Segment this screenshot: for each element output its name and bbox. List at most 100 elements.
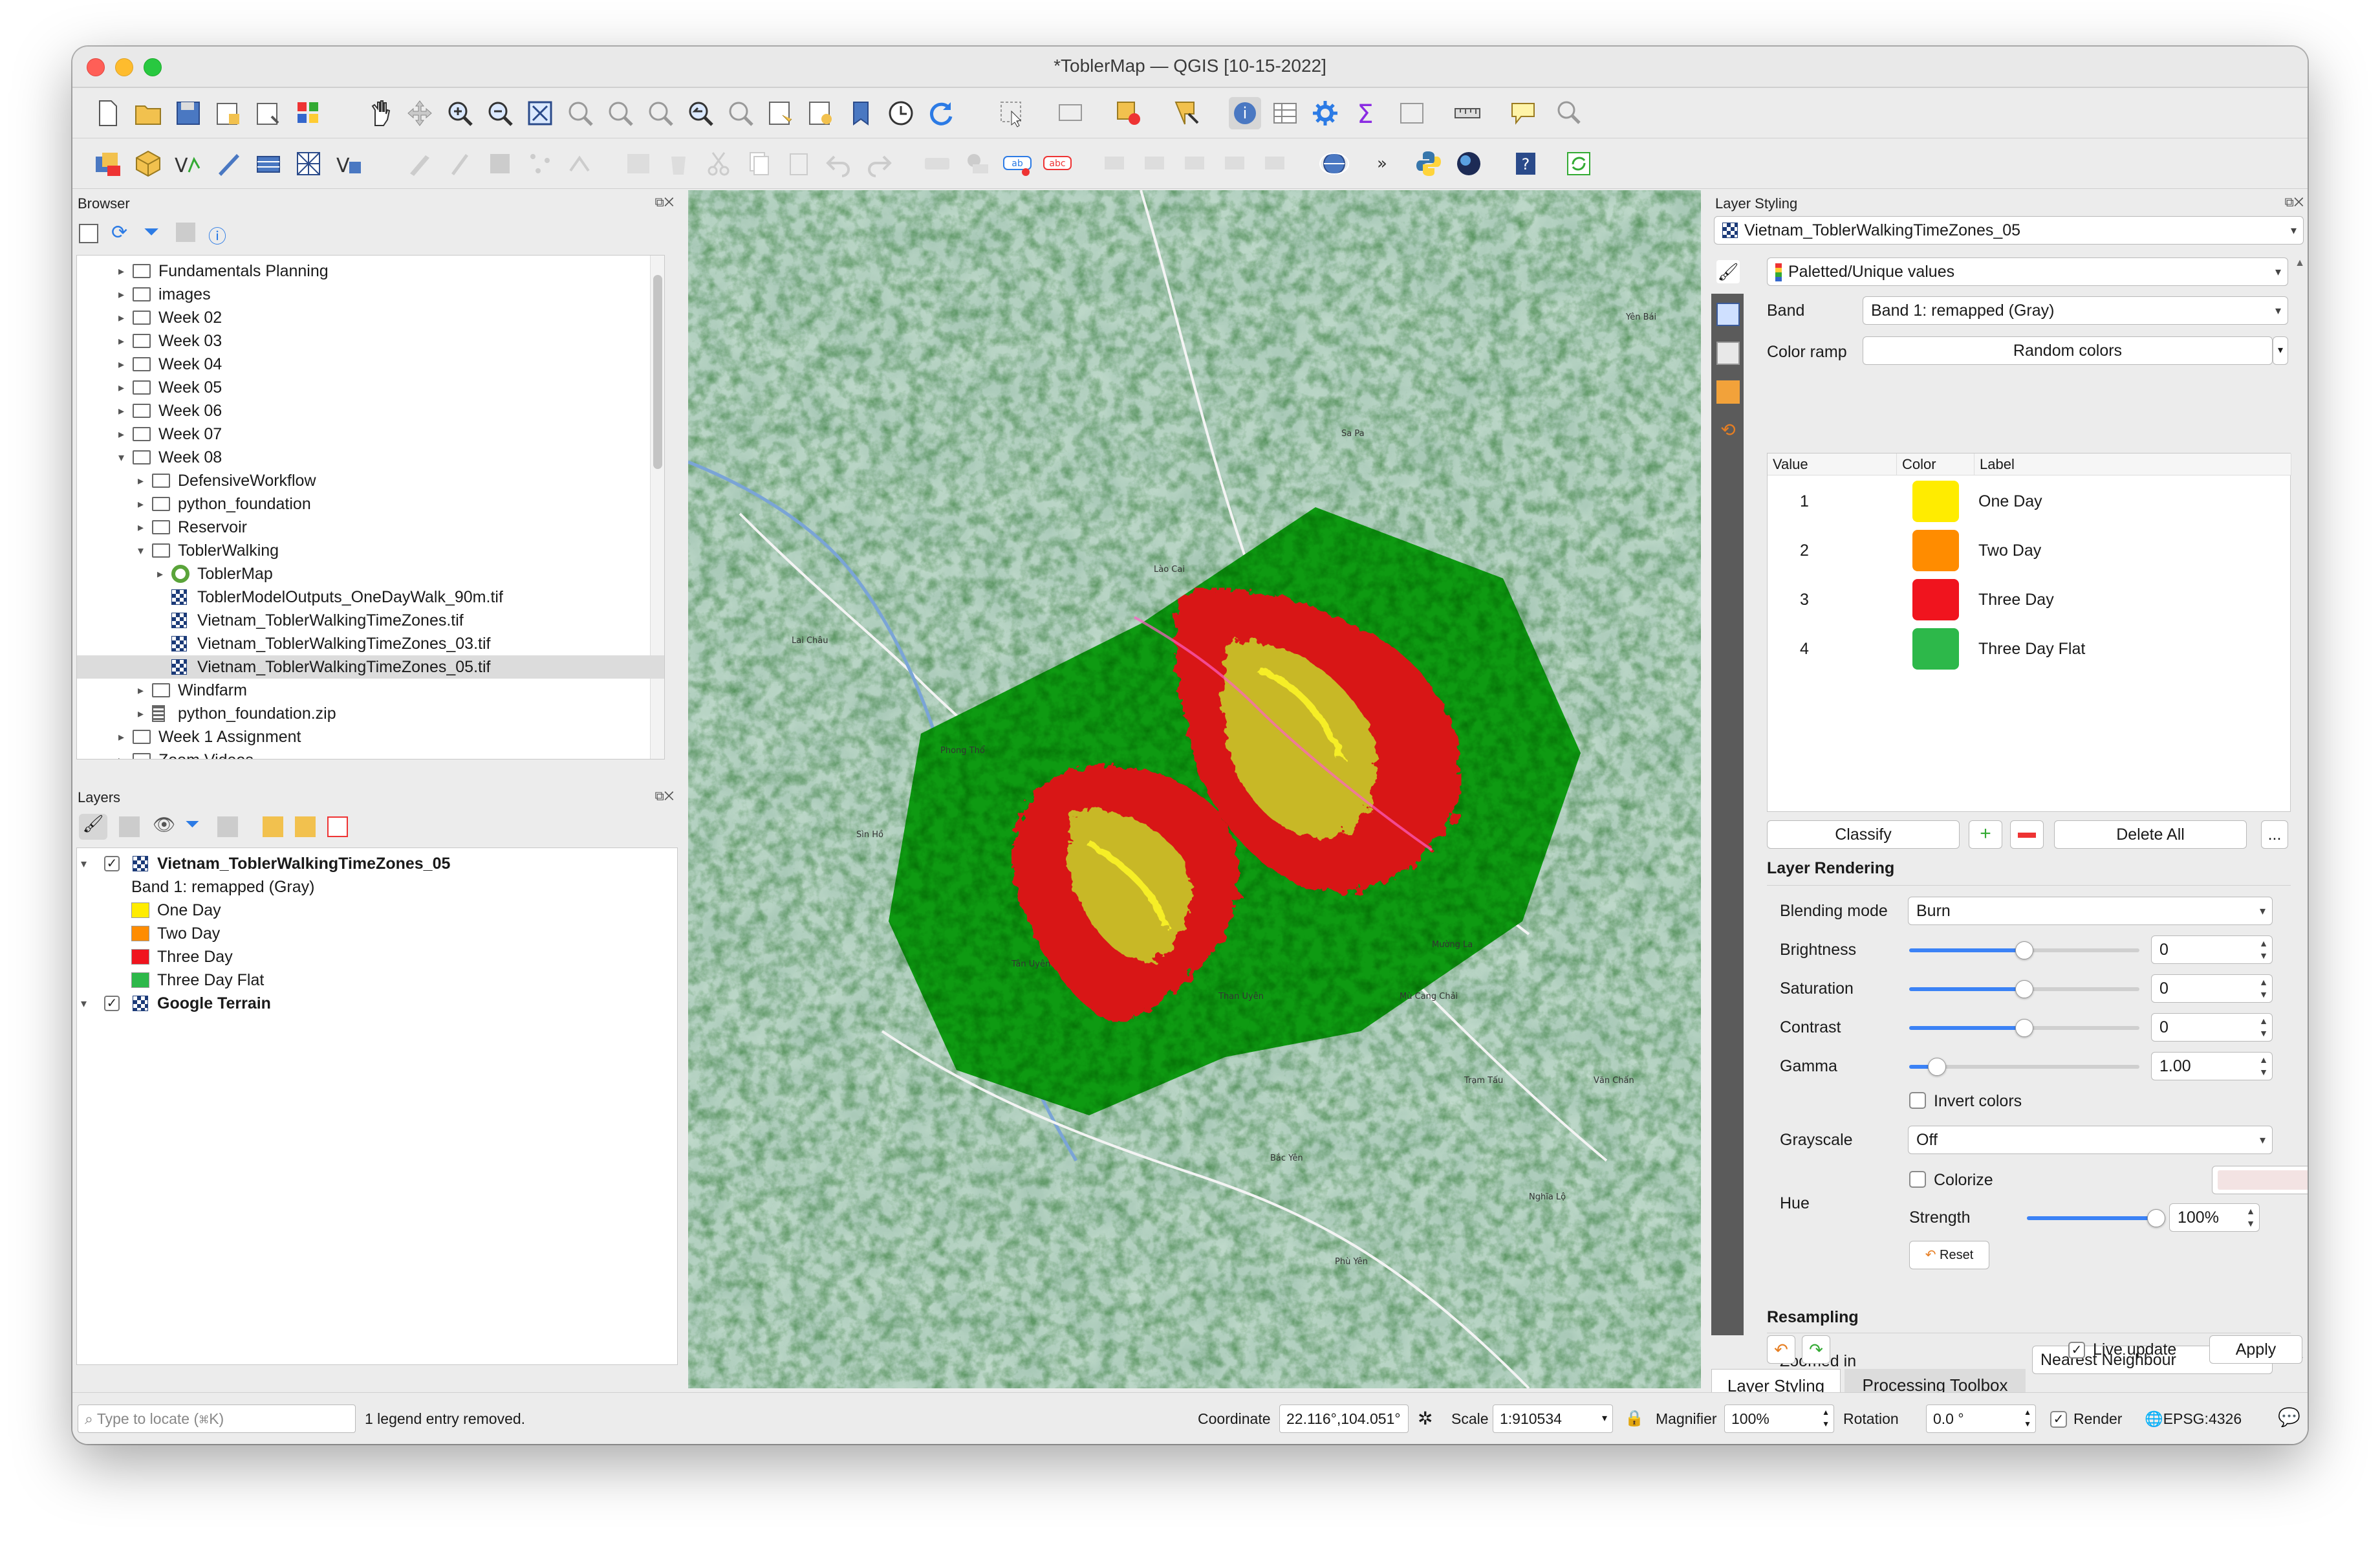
browser-item[interactable]: ▸ Windfarm <box>77 679 664 702</box>
collapsed-arrow-icon[interactable]: ▸ <box>118 353 124 376</box>
new-temporary-layer-icon[interactable] <box>212 148 244 180</box>
strength-slider[interactable] <box>2027 1209 2165 1227</box>
identify-features-icon[interactable] <box>1171 97 1203 129</box>
collapse-all-layers-icon[interactable] <box>295 816 316 837</box>
contrast-spinbox[interactable]: 0 ▲ ▼ <box>2151 1013 2273 1042</box>
toggle-editing-icon[interactable] <box>444 148 476 180</box>
style-manager-icon[interactable] <box>292 97 325 129</box>
browser-item[interactable]: Vietnam_ToblerWalkingTimeZones.tif <box>77 609 664 632</box>
spin-arrows-icon[interactable]: ▲ ▼ <box>2246 1205 2255 1230</box>
digitize-icon[interactable] <box>524 148 556 180</box>
layer-select-combo[interactable]: Vietnam_ToblerWalkingTimeZones_05 ▾ <box>1714 216 2304 245</box>
class-color-swatch[interactable] <box>1912 530 1959 571</box>
color-ramp-dropdown[interactable]: ▾ <box>2273 336 2288 365</box>
plugin-update-icon[interactable] <box>1563 148 1595 180</box>
class-color-swatch[interactable] <box>1912 628 1959 670</box>
brightness-slider[interactable] <box>1909 941 2139 959</box>
band-combo[interactable]: Band 1: remapped (Gray) ▾ <box>1863 296 2288 325</box>
measure-line-icon[interactable] <box>1451 97 1484 129</box>
attribute-table-icon[interactable] <box>1269 97 1301 129</box>
lock-scale-icon[interactable]: 🔒 <box>1625 1404 1644 1433</box>
show-bookmarks-icon[interactable] <box>805 97 837 129</box>
select-features-icon[interactable] <box>996 97 1028 129</box>
color-ramp-button[interactable]: Random colors <box>1863 336 2273 365</box>
class-label[interactable]: Three Day Flat <box>1978 637 2085 661</box>
layer-row-google-terrain[interactable]: ▾ ✓ Google Terrain <box>77 992 677 1015</box>
collapse-arrow-icon[interactable]: ▾ <box>81 992 87 1015</box>
browser-item[interactable]: ▸ Week 03 <box>77 329 664 353</box>
crs-button[interactable]: 🌐EPSG:4326 <box>2145 1404 2242 1433</box>
processing-toolbox-icon[interactable] <box>1309 97 1341 129</box>
spin-arrows-icon[interactable]: ▲ ▼ <box>2259 1015 2268 1040</box>
class-color-swatch[interactable] <box>1912 579 1959 620</box>
new-spatial-bookmark-icon[interactable] <box>764 97 797 129</box>
add-selected-icon[interactable] <box>79 224 98 243</box>
spin-arrows-icon[interactable]: ▲ ▼ <box>2259 1054 2268 1078</box>
collapsed-arrow-icon[interactable]: ▸ <box>118 749 124 759</box>
collapsed-arrow-icon[interactable]: ▸ <box>118 399 124 422</box>
classify-button[interactable]: Classify <box>1767 820 1960 849</box>
more-options-button[interactable]: ... <box>2261 820 2288 849</box>
collapsed-arrow-icon[interactable]: ▸ <box>138 702 144 725</box>
toggle-extents-icon[interactable]: ✲ <box>1418 1404 1433 1433</box>
browser-item[interactable]: ▸ Zoom Videos <box>77 749 664 759</box>
class-label[interactable]: One Day <box>1978 490 2042 513</box>
blending-mode-combo[interactable]: Burn ▾ <box>1908 897 2273 925</box>
render-checkbox[interactable]: ✓ <box>2050 1411 2067 1428</box>
colorize-color-button[interactable] <box>2212 1166 2308 1194</box>
browser-item[interactable]: ToblerModelOutputs_OneDayWalk_90m.tif <box>77 585 664 609</box>
browser-item[interactable]: ▾ Week 08 <box>77 446 664 469</box>
class-color-swatch[interactable] <box>1912 481 1959 522</box>
browser-item[interactable]: ▸ ToblerMap <box>77 562 664 585</box>
globe-plugin-icon[interactable] <box>1318 148 1350 180</box>
filter-legend-icon[interactable]: ⏷ <box>185 814 199 835</box>
current-edits-icon[interactable] <box>404 148 436 180</box>
saturation-slider[interactable] <box>1909 980 2139 998</box>
collapsed-arrow-icon[interactable]: ▸ <box>138 469 144 492</box>
grayscale-combo[interactable]: Off ▾ <box>1908 1126 2273 1154</box>
python-console-icon[interactable] <box>1412 148 1445 180</box>
help-icon[interactable]: ? <box>1509 148 1542 180</box>
layers-panel-close-icon[interactable]: ⧉✕ <box>654 789 674 804</box>
add-group-icon[interactable] <box>119 816 140 837</box>
collapsed-arrow-icon[interactable]: ▸ <box>118 259 124 283</box>
collapsed-arrow-icon[interactable]: ▸ <box>138 679 144 702</box>
save-edits-icon[interactable] <box>484 148 516 180</box>
deselect-features-icon[interactable] <box>1112 97 1145 129</box>
spin-arrows-icon[interactable]: ▲ ▼ <box>1822 1406 1830 1430</box>
paste-features-icon[interactable] <box>783 148 815 180</box>
new-mesh-layer-icon[interactable] <box>292 148 325 180</box>
brightness-spinbox[interactable]: 0 ▲ ▼ <box>2151 935 2273 964</box>
delete-all-button[interactable]: Delete All <box>2054 820 2247 849</box>
data-source-manager-icon[interactable] <box>92 148 124 180</box>
browser-item[interactable]: ▸ Week 1 Assignment <box>77 725 664 749</box>
zoom-last-icon[interactable] <box>684 97 717 129</box>
new-spatialite-icon[interactable]: V <box>332 148 365 180</box>
pan-map-icon[interactable] <box>363 97 396 129</box>
vertex-tool-icon[interactable] <box>564 148 596 180</box>
temporal-controller-icon[interactable] <box>885 97 917 129</box>
select-by-value-icon[interactable] <box>1054 97 1087 129</box>
bookmark-icon[interactable] <box>845 97 877 129</box>
browser-item[interactable]: ▸ DefensiveWorkflow <box>77 469 664 492</box>
rotate-labels-icon[interactable] <box>1220 148 1252 180</box>
collapsed-arrow-icon[interactable]: ▸ <box>118 283 124 306</box>
scale-combo[interactable]: 1:910534 ▾ <box>1493 1404 1613 1433</box>
new-virtual-layer-icon[interactable] <box>252 148 285 180</box>
browser-item[interactable]: ▸ Week 05 <box>77 376 664 399</box>
browser-item[interactable]: Vietnam_ToblerWalkingTimeZones_05.tif <box>77 655 664 679</box>
open-project-icon[interactable] <box>132 97 164 129</box>
collapsed-arrow-icon[interactable]: ▸ <box>118 376 124 399</box>
layer-row-timezones[interactable]: ▾ ✓ Vietnam_ToblerWalkingTimeZones_05 <box>77 852 677 875</box>
collapsed-arrow-icon[interactable]: ▸ <box>118 725 124 749</box>
expanded-arrow-icon[interactable]: ▾ <box>138 539 144 562</box>
browser-item[interactable]: ▸ Week 04 <box>77 353 664 376</box>
new-print-layout-icon[interactable] <box>212 97 244 129</box>
gamma-spinbox[interactable]: 1.00 ▲ ▼ <box>2151 1052 2273 1080</box>
zoom-in-icon[interactable] <box>444 97 476 129</box>
new-geopackage-icon[interactable] <box>132 148 164 180</box>
browser-item[interactable]: ▾ ToblerWalking <box>77 539 664 562</box>
rotation-spinbox[interactable]: 0.0 ° ▲ ▼ <box>1926 1404 2036 1433</box>
palette-class-row[interactable]: 2 Two Day <box>1768 526 2290 575</box>
contrast-slider[interactable] <box>1909 1019 2139 1037</box>
